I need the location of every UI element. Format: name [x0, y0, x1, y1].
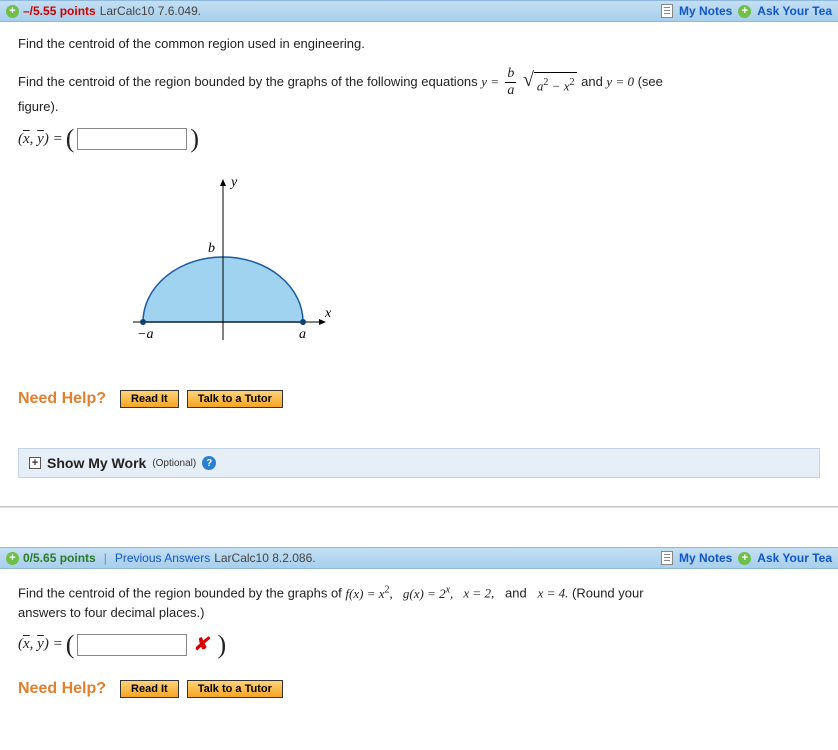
- prompt-and: and: [581, 74, 606, 89]
- question-reference: LarCalc10 8.2.086.: [214, 551, 315, 565]
- ask-teacher-link[interactable]: Ask Your Tea: [757, 4, 832, 18]
- expand-icon[interactable]: +: [6, 552, 19, 565]
- need-help-row: Need Help? Read It Talk to a Tutor: [18, 390, 820, 408]
- read-it-button[interactable]: Read It: [120, 680, 179, 698]
- svg-text:y: y: [229, 175, 238, 190]
- svg-text:−a: −a: [137, 327, 153, 342]
- answer-label: (x, y) =: [18, 636, 63, 653]
- x-equals-2: x = 2,: [463, 586, 494, 601]
- previous-answers-link[interactable]: Previous Answers: [115, 551, 210, 565]
- help-icon[interactable]: ?: [202, 456, 216, 470]
- question-2-body: Find the centroid of the region bounded …: [0, 569, 838, 712]
- prompt-text: Find the centroid of the region bounded …: [18, 74, 481, 89]
- ask-teacher-link[interactable]: Ask Your Tea: [757, 551, 832, 565]
- fraction-b-over-a: b a: [505, 67, 516, 98]
- question-2-header: + 0/5.65 points | Previous Answers LarCa…: [0, 547, 838, 569]
- show-my-work-label[interactable]: Show My Work: [47, 455, 146, 471]
- fraction-numerator: b: [505, 67, 516, 83]
- centroid-input[interactable]: [77, 128, 187, 150]
- ellipse-plot: y x b −a a: [113, 172, 333, 367]
- prompt-line-3: figure).: [18, 99, 820, 114]
- question-reference: LarCalc10 7.6.049.: [100, 4, 201, 18]
- close-paren: ): [187, 124, 202, 154]
- prompt-row-1: Find the centroid of the region bounded …: [18, 581, 820, 605]
- expand-icon[interactable]: +: [6, 5, 19, 18]
- svg-text:b: b: [208, 241, 215, 256]
- svg-text:x: x: [324, 306, 332, 321]
- answer-row: (x, y) = ( ): [18, 124, 820, 154]
- x-equals-4: x = 4.: [538, 586, 569, 601]
- my-notes-link[interactable]: My Notes: [679, 551, 732, 565]
- figure-semi-ellipse: y x b −a a: [113, 172, 820, 370]
- need-help-row: Need Help? Read It Talk to a Tutor: [18, 680, 820, 698]
- points-label: –/5.55 points: [23, 4, 96, 18]
- square-root: √ a2 − x2: [523, 70, 578, 99]
- answer-row: (x, y) = ( ✘ ): [18, 630, 820, 660]
- centroid-input[interactable]: [77, 634, 187, 656]
- answer-label: (x, y) =: [18, 131, 63, 148]
- gx-equation: g(x) = 2x,: [403, 586, 460, 601]
- close-paren: ): [214, 630, 229, 660]
- question-1-body: Find the centroid of the common region u…: [0, 22, 838, 496]
- question-gap: [0, 507, 838, 547]
- talk-to-tutor-button[interactable]: Talk to a Tutor: [187, 390, 283, 408]
- show-my-work-optional: (Optional): [152, 458, 196, 469]
- separator: |: [100, 551, 111, 565]
- need-help-label: Need Help?: [18, 390, 112, 408]
- minus-sign: −: [548, 78, 563, 93]
- wrong-icon: ✘: [187, 634, 214, 655]
- my-notes-link[interactable]: My Notes: [679, 4, 732, 18]
- points-label: 0/5.65 points: [23, 551, 96, 565]
- prompt-row-2: answers to four decimal places.): [18, 605, 820, 620]
- prompt-line-2: Find the centroid of the region bounded …: [18, 67, 820, 99]
- equation-y-equals: y =: [481, 74, 502, 89]
- radical-icon: √: [523, 70, 534, 90]
- exponent-2: 2: [569, 77, 574, 88]
- show-my-work-bar: + Show My Work (Optional) ?: [18, 448, 820, 478]
- prompt-text: Find the centroid of the region bounded …: [18, 586, 345, 601]
- radicand: a2 − x2: [534, 72, 578, 99]
- open-paren: (: [63, 124, 78, 154]
- plus-icon[interactable]: +: [738, 5, 751, 18]
- open-paren: (: [63, 630, 78, 660]
- round-text: (Round your: [572, 586, 644, 601]
- prompt-see: (see: [638, 74, 663, 89]
- fraction-denominator: a: [505, 83, 516, 98]
- plus-icon[interactable]: +: [738, 552, 751, 565]
- svg-text:a: a: [299, 327, 306, 342]
- talk-to-tutor-button[interactable]: Talk to a Tutor: [187, 680, 283, 698]
- question-1-header: + –/5.55 points LarCalc10 7.6.049. My No…: [0, 0, 838, 22]
- expand-work-icon[interactable]: +: [29, 457, 41, 469]
- notes-icon[interactable]: [661, 551, 673, 565]
- notes-icon[interactable]: [661, 4, 673, 18]
- fx-equation: f(x) = x2,: [345, 586, 399, 601]
- need-help-label: Need Help?: [18, 680, 112, 698]
- and-text: and: [498, 586, 534, 601]
- prompt-line-1: Find the centroid of the common region u…: [18, 36, 820, 51]
- equation-y-zero: y = 0: [606, 74, 634, 89]
- read-it-button[interactable]: Read It: [120, 390, 179, 408]
